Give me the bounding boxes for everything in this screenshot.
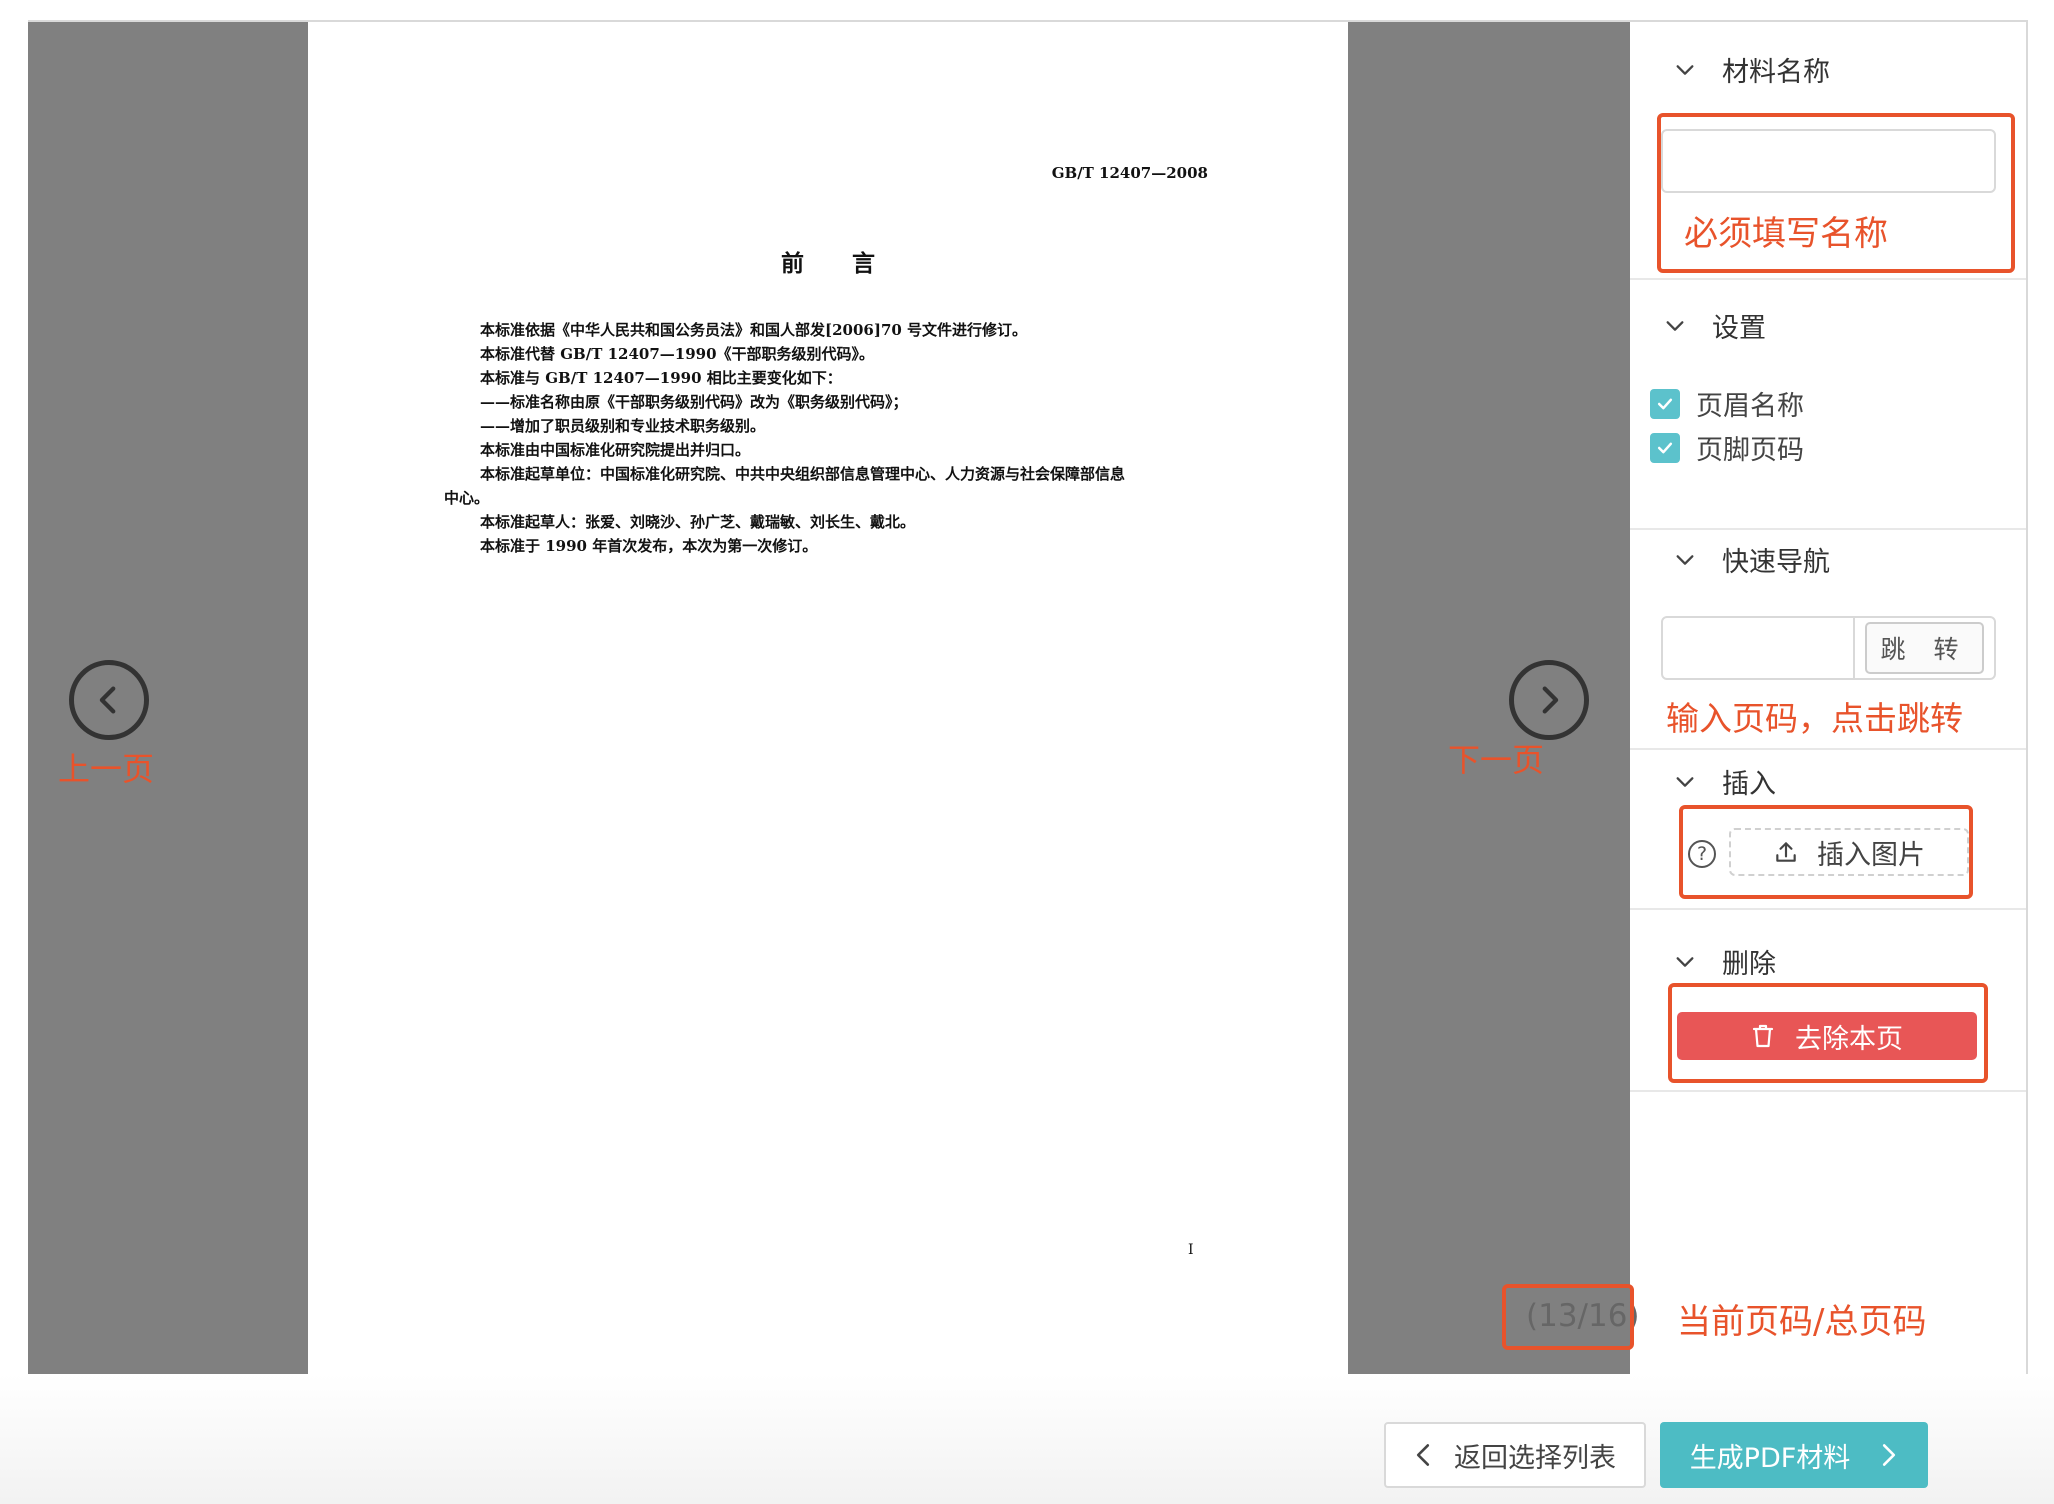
jump-hint: 输入页码，点击跳转	[1666, 699, 1963, 738]
checkbox-checked[interactable]	[1650, 432, 1680, 463]
document-paragraph: 本标准起草人：张爱、刘晓沙、孙广芝、戴瑞敏、刘长生、戴北。	[480, 513, 916, 531]
section-header-quick-nav[interactable]: 快速导航	[1674, 540, 1830, 579]
document-body: 本标准依据《中华人民共和国公务员法》和国人部发[2006]70 号文件进行修订。…	[444, 318, 1216, 558]
section-settings: 设置 页眉名称 页脚页码	[1630, 280, 2026, 530]
page-heading: 前言	[781, 250, 923, 277]
chevron-down-icon	[1666, 320, 1684, 331]
section-title: 插入	[1722, 769, 1776, 800]
standard-number: GB/T 12407—2008	[1051, 164, 1208, 182]
divider	[1630, 1090, 2026, 1092]
document-paragraph: ——增加了职员级别和专业技术职务级别。	[480, 417, 766, 435]
next-page-annotation: 下一页	[1448, 741, 1545, 779]
divider	[1630, 908, 2026, 910]
check-icon	[1657, 398, 1673, 409]
checkbox-label: 页脚页码	[1696, 435, 1804, 466]
chevron-right-icon	[1542, 686, 1559, 714]
prev-page-button[interactable]	[69, 660, 149, 740]
document-paragraph: 本标准起草单位：中国标准化研究院、中共中央组织部信息管理中心、人力资源与社会保障…	[480, 465, 1126, 483]
chevron-left-icon	[1416, 1444, 1430, 1466]
annotation-box-delete	[1668, 983, 1988, 1083]
page-jump-group: 跳 转	[1661, 616, 1996, 680]
document-paragraph: 本标准与 GB/T 12407—1990 相比主要变化如下：	[480, 369, 842, 387]
document-paragraph: 中心。	[444, 489, 490, 507]
jump-button[interactable]: 跳 转	[1853, 618, 1994, 678]
chevron-down-icon	[1676, 64, 1694, 75]
back-to-list-label: 返回选择列表	[1454, 1442, 1616, 1474]
section-header-settings[interactable]: 设置	[1664, 306, 1766, 345]
document-paragraph: ——标准名称由原《干部职务级别代码》改为《职务级别代码》；	[480, 393, 908, 411]
divider	[1630, 748, 2026, 750]
document-paragraph: 本标准依据《中华人民共和国公务员法》和国人部发[2006]70 号文件进行修订。	[480, 321, 1028, 339]
document-paragraph: 本标准于 1990 年首次发布，本次为第一次修订。	[480, 537, 818, 555]
back-to-list-button[interactable]: 返回选择列表	[1384, 1422, 1646, 1488]
section-title: 删除	[1722, 949, 1776, 980]
document-paragraph: 本标准由中国标准化研究院提出并归口。	[480, 441, 751, 459]
section-header-insert[interactable]: 插入	[1674, 762, 1776, 801]
chevron-right-icon	[1883, 1444, 1896, 1466]
jump-button-label: 跳 转	[1864, 622, 1985, 674]
chevron-down-icon	[1676, 776, 1694, 787]
page-number-input[interactable]	[1663, 618, 1853, 678]
section-title: 快速导航	[1722, 547, 1830, 578]
next-page-button[interactable]	[1509, 660, 1589, 740]
page-counter-annotation: 当前页码/总页码	[1677, 1302, 1927, 1342]
chevron-left-icon	[99, 686, 116, 714]
document-page-number: I	[1188, 1242, 1194, 1258]
section-title: 材料名称	[1722, 57, 1830, 88]
section-header-material-name[interactable]: 材料名称	[1674, 50, 1830, 89]
checkbox-checked[interactable]	[1650, 388, 1680, 419]
section-title: 设置	[1712, 313, 1766, 344]
document-page: GB/T 12407—2008 前言 本标准依据《中华人民共和国公务员法》和国人…	[308, 22, 1348, 1374]
generate-pdf-label: 生成PDF材料	[1689, 1442, 1851, 1474]
document-viewer: GB/T 12407—2008 前言 本标准依据《中华人民共和国公务员法》和国人…	[28, 22, 1630, 1374]
document-paragraph: 本标准代替 GB/T 12407—1990《干部职务级别代码》。	[480, 345, 875, 363]
check-icon	[1657, 442, 1673, 453]
annotation-box-insert	[1679, 805, 1973, 899]
checkbox-footer-page-number[interactable]: 页脚页码	[1650, 428, 1804, 467]
checkbox-header-name[interactable]: 页眉名称	[1650, 384, 1804, 423]
section-header-delete[interactable]: 删除	[1674, 942, 1776, 981]
chevron-down-icon	[1676, 554, 1694, 565]
prev-page-annotation: 上一页	[58, 750, 155, 788]
chevron-down-icon	[1676, 956, 1694, 967]
checkbox-label: 页眉名称	[1696, 391, 1804, 422]
annotation-box-name	[1657, 113, 2015, 273]
generate-pdf-button[interactable]: 生成PDF材料	[1660, 1422, 1928, 1488]
annotation-box-counter	[1502, 1284, 1634, 1350]
